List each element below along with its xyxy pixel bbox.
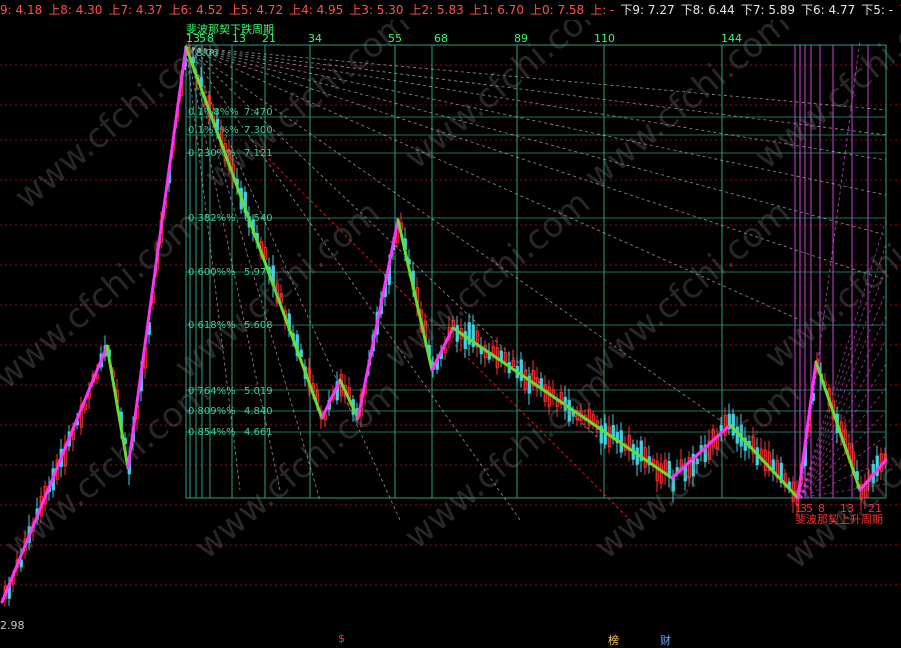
wave-down-segment: [451, 326, 674, 480]
fib-level-item: 下9: 7.27: [620, 3, 675, 17]
tab-finance[interactable]: 财: [660, 632, 671, 648]
fib-level-item: 上0: 7.58: [529, 3, 585, 17]
candle-body: [695, 458, 699, 464]
fib-up-title: 斐波那契上升周期: [795, 512, 883, 526]
candlesticks: [3, 40, 887, 607]
level-price: 4.840: [244, 406, 273, 417]
fan-line: [185, 46, 887, 136]
fib-level-bar: 9: 4.18 上8: 4.30 上7: 4.37 上6: 4.52 上5: 4.72 上…: [0, 0, 901, 20]
fib-level-item: 上1: 6.70: [469, 3, 524, 17]
level-percent: 0.600%%: [188, 267, 236, 278]
fib-top-number: 110: [594, 32, 615, 45]
level-price: 5.019: [244, 386, 273, 397]
fan-line-up: [799, 219, 887, 499]
wave-down-segment: [105, 344, 130, 470]
fib-level-item: 上5: 4.72: [228, 3, 284, 17]
fan-line: [185, 46, 801, 321]
fan-line: [185, 46, 887, 281]
fib-level-item: 下5: -: [861, 3, 894, 17]
level-price: 4.661: [244, 427, 273, 438]
candle-body: [567, 399, 571, 422]
wave-up-segment: [0, 344, 109, 604]
fib-top-number: 144: [721, 32, 742, 45]
wave-up-segment: [126, 45, 188, 470]
level-percent: 0.854%%: [188, 427, 236, 438]
level-percent: 0.230%%: [188, 148, 236, 159]
fib-level-item: 上2: 5.83: [409, 3, 464, 17]
fib-fan-lines: [185, 39, 887, 521]
fib-level-item: 上8: 4.30: [48, 3, 103, 17]
kline-chart[interactable]: 斐波那契下跌周期1 3 5 8 13 21 34 55 68 89 110 14413 5 8 13 21斐波…: [0, 20, 901, 632]
fib-top-number: 8: [207, 32, 214, 45]
fib-level-item: 上4: 4.95: [289, 3, 344, 17]
fib-level-item: 上3: 5.30: [349, 3, 404, 17]
peak-price-label: 8.06: [196, 48, 218, 59]
level-percent: 0.1%8%%: [188, 107, 239, 118]
fan-line: [185, 46, 887, 196]
tab-rank[interactable]: 榜: [608, 632, 619, 648]
wave-down-segment: [184, 45, 324, 420]
fib-top-number: 68: [434, 32, 448, 45]
fan-line: [185, 46, 721, 421]
low-price-label: 2.98: [0, 619, 25, 632]
level-price: 6.540: [244, 213, 273, 224]
fib-level-item: 上: -: [590, 3, 615, 17]
fib-level-item: 上7: 4.37: [108, 3, 163, 17]
fib-top-number: 13: [232, 32, 246, 45]
fib-time-box: [185, 44, 887, 499]
level-percent: 0.764%%: [188, 386, 236, 397]
fib-level-item: 下6: 4.77: [801, 3, 856, 17]
chart-labels: 斐波那契下跌周期1 3 5 8 13 21 34 55 68 89 110 14413 5 8 13 21斐波…: [186, 22, 883, 526]
level-price: 7.121: [244, 148, 273, 159]
fan-line: [185, 46, 887, 236]
fan-line: [185, 46, 887, 161]
fib-top-number: 5: [199, 32, 206, 45]
wave-down-segment: [814, 360, 862, 492]
level-percent: 0.382%%: [188, 213, 236, 224]
level-price: 7.470: [244, 107, 273, 118]
fib-top-number: 21: [262, 32, 276, 45]
candle-body: [519, 359, 523, 381]
candle-body: [455, 325, 459, 342]
wave-up-segment: [356, 218, 400, 420]
level-price: 5.970: [244, 267, 273, 278]
wave-down-segment: [728, 423, 800, 500]
level-percent: 0.1%1%%: [188, 125, 239, 136]
fib-level-item: 下7: 5.89: [740, 3, 796, 17]
tab-dollar[interactable]: $: [338, 632, 345, 645]
level-percent: 0.809%%: [188, 406, 236, 417]
wave-down-segment: [396, 218, 434, 372]
wave-up-segment: [430, 326, 455, 372]
fib-level-item: 下8: 6.44: [680, 3, 735, 17]
level-percent: 0.618%%: [188, 320, 236, 331]
fib-top-number: 55: [388, 32, 402, 45]
fib-level-item: 9: 4.18: [0, 3, 43, 17]
fib-level-item: 上6: 4.52: [168, 3, 223, 17]
fib-top-number: 89: [514, 32, 528, 45]
bottom-tab-bar: $ 榜 财: [0, 632, 901, 648]
level-price: 5.608: [244, 320, 273, 331]
fib-top-number: 1: [186, 32, 193, 45]
fan-line: [185, 46, 887, 111]
level-price: 7.300: [244, 125, 273, 136]
fib-top-number: 34: [308, 32, 322, 45]
candle-body: [731, 413, 735, 436]
